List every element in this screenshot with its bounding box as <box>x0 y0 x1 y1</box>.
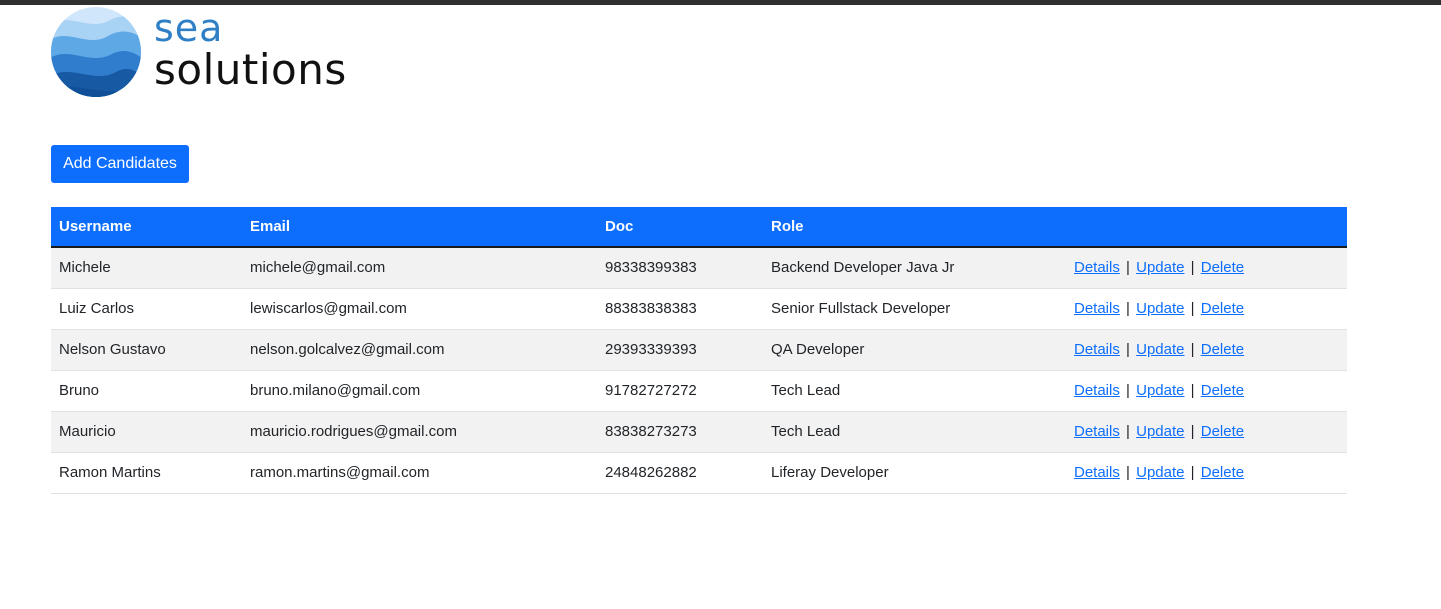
action-separator: | <box>1126 382 1130 399</box>
cell-role: Tech Lead <box>771 423 841 440</box>
cell-email: lewiscarlos@gmail.com <box>250 300 407 317</box>
action-separator: | <box>1126 341 1130 358</box>
table-row: Nelson Gustavo nelson.golcalvez@gmail.co… <box>51 329 1347 370</box>
cell-role: Senior Fullstack Developer <box>771 300 951 317</box>
details-link[interactable]: Details <box>1074 423 1120 440</box>
header-row: Username Email Doc Role <box>51 207 1347 248</box>
cell-doc: 24848262882 <box>605 464 697 481</box>
table-body: Michele michele@gmail.com 98338399383 Ba… <box>51 247 1347 493</box>
cell-actions: Details | Update | Delete <box>1066 288 1347 329</box>
table-header: Username Email Doc Role <box>51 207 1347 248</box>
cell-username: Bruno <box>59 382 100 399</box>
header-doc: Doc <box>597 207 763 248</box>
details-link[interactable]: Details <box>1074 341 1120 358</box>
details-link[interactable]: Details <box>1074 464 1120 481</box>
table-row: Luiz Carlos lewiscarlos@gmail.com 883838… <box>51 288 1347 329</box>
table-row: Bruno bruno.milano@gmail.com 91782727272… <box>51 370 1347 411</box>
cell-role: Liferay Developer <box>771 464 889 481</box>
table-row: Mauricio mauricio.rodrigues@gmail.com 83… <box>51 411 1347 452</box>
action-separator: | <box>1126 423 1130 440</box>
candidates-table: Username Email Doc Role Michele michele@… <box>51 207 1347 494</box>
details-link[interactable]: Details <box>1074 300 1120 317</box>
brand-wordmark: sea solutions <box>154 8 347 92</box>
header-actions <box>1066 207 1347 248</box>
cell-username: Ramon Martins <box>59 464 161 481</box>
cell-role: Tech Lead <box>771 382 841 399</box>
action-separator: | <box>1190 464 1195 481</box>
action-separator: | <box>1190 300 1195 317</box>
update-link[interactable]: Update <box>1136 300 1184 317</box>
details-link[interactable]: Details <box>1074 382 1120 399</box>
cell-doc: 88383838383 <box>605 300 697 317</box>
cell-role: Backend Developer Java Jr <box>771 259 955 277</box>
cell-username: Mauricio <box>59 423 116 440</box>
header-role: Role <box>763 207 1066 248</box>
action-separator: | <box>1126 259 1130 277</box>
sea-waves-logo-icon <box>51 7 141 97</box>
header-username: Username <box>51 207 242 248</box>
header-email: Email <box>242 207 597 248</box>
delete-link[interactable]: Delete <box>1201 259 1244 276</box>
browser-top-bar <box>0 0 1441 5</box>
delete-link[interactable]: Delete <box>1201 341 1244 358</box>
update-link[interactable]: Update <box>1136 382 1184 399</box>
cell-actions: Details | Update | Delete <box>1066 411 1347 452</box>
cell-email: mauricio.rodrigues@gmail.com <box>250 423 457 440</box>
cell-email: michele@gmail.com <box>250 259 386 277</box>
table-row: Michele michele@gmail.com 98338399383 Ba… <box>51 247 1347 288</box>
cell-email: ramon.martins@gmail.com <box>250 464 430 481</box>
brand-line-solutions: solutions <box>154 45 347 94</box>
action-separator: | <box>1126 464 1130 481</box>
cell-actions: Details | Update | Delete <box>1066 370 1347 411</box>
action-separator: | <box>1126 300 1130 317</box>
table-row: Ramon Martins ramon.martins@gmail.com 24… <box>51 452 1347 493</box>
cell-email: nelson.golcalvez@gmail.com <box>250 341 445 358</box>
delete-link[interactable]: Delete <box>1201 300 1244 317</box>
details-link[interactable]: Details <box>1074 259 1120 276</box>
cell-doc: 91782727272 <box>605 382 697 399</box>
delete-link[interactable]: Delete <box>1201 464 1244 481</box>
cell-username: Luiz Carlos <box>59 300 135 317</box>
action-separator: | <box>1190 259 1195 277</box>
cell-username: Michele <box>59 259 111 277</box>
cell-doc: 98338399383 <box>605 259 697 277</box>
cell-doc: 29393339393 <box>605 341 697 358</box>
cell-actions: Details | Update | Delete <box>1066 247 1347 288</box>
brand-logo[interactable]: sea solutions <box>50 6 347 98</box>
cell-role: QA Developer <box>771 341 865 358</box>
cell-actions: Details | Update | Delete <box>1066 452 1347 493</box>
delete-link[interactable]: Delete <box>1201 423 1244 440</box>
action-separator: | <box>1190 341 1195 358</box>
delete-link[interactable]: Delete <box>1201 382 1244 399</box>
update-link[interactable]: Update <box>1136 341 1184 358</box>
action-separator: | <box>1190 382 1195 399</box>
update-link[interactable]: Update <box>1136 423 1184 440</box>
brand-line-sea: sea <box>154 6 224 50</box>
action-separator: | <box>1190 423 1195 440</box>
update-link[interactable]: Update <box>1136 259 1184 276</box>
update-link[interactable]: Update <box>1136 464 1184 481</box>
cell-actions: Details | Update | Delete <box>1066 329 1347 370</box>
cell-email: bruno.milano@gmail.com <box>250 382 421 399</box>
add-candidates-button[interactable]: Add Candidates <box>51 145 189 183</box>
cell-doc: 83838273273 <box>605 423 697 440</box>
cell-username: Nelson Gustavo <box>59 341 166 358</box>
